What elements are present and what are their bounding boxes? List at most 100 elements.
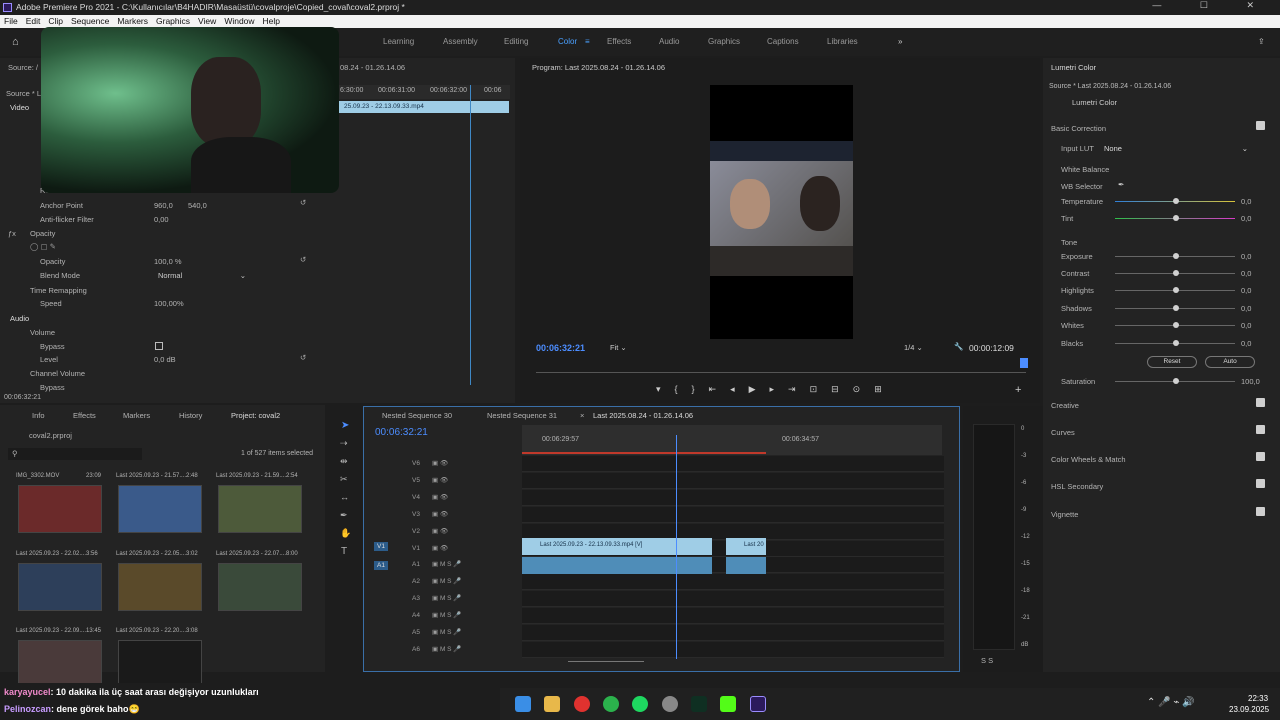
ws-menu-icon[interactable]: ≡ xyxy=(585,37,590,46)
timeline-playhead[interactable] xyxy=(676,435,677,659)
ec-antiflicker-value[interactable]: 0,00 xyxy=(154,215,169,224)
track-label-v5[interactable]: V5 xyxy=(412,477,420,484)
audio-track-a2[interactable] xyxy=(522,574,944,590)
track-label-a6[interactable]: A6 xyxy=(412,646,420,653)
clock-date[interactable]: 23.09.2025 xyxy=(1229,705,1269,714)
whites-knob[interactable] xyxy=(1173,322,1179,328)
tab-effects[interactable]: Effects xyxy=(73,411,96,420)
temperature-slider[interactable] xyxy=(1115,198,1235,204)
whatsapp-icon[interactable] xyxy=(603,696,619,712)
video-clip-1[interactable]: Last 2025.09.23 - 22.13.09.33.mp4 [V] xyxy=(522,538,712,555)
reset-level-icon[interactable]: ↺ xyxy=(300,353,306,362)
tab-project[interactable]: Project: coval2 xyxy=(231,411,280,420)
video-track-v6[interactable] xyxy=(522,456,944,472)
color-wheels-checkbox[interactable] xyxy=(1256,452,1265,461)
highlights-slider[interactable] xyxy=(1115,287,1235,293)
ec-volume-section[interactable]: Volume xyxy=(30,328,55,337)
saturation-slider[interactable] xyxy=(1115,378,1235,384)
exposure-slider[interactable] xyxy=(1115,253,1235,259)
source-patch-v1[interactable]: V1 xyxy=(374,542,388,551)
curves-checkbox[interactable] xyxy=(1256,425,1265,434)
track-label-v1[interactable]: V1 xyxy=(412,545,420,552)
input-lut-dropdown[interactable]: None ⌄ xyxy=(1104,144,1248,153)
program-scrubber[interactable] xyxy=(536,372,1026,373)
track-eye-icon[interactable]: ▣ 👁 xyxy=(432,476,448,484)
ws-graphics[interactable]: Graphics xyxy=(708,37,740,46)
project-item-thumbnail[interactable] xyxy=(18,563,102,611)
lumetri-effect-name[interactable]: Lumetri Color xyxy=(1072,98,1117,107)
ws-libraries[interactable]: Libraries xyxy=(827,37,858,46)
clock-time[interactable]: 22:33 xyxy=(1248,694,1268,703)
ec-channel-section[interactable]: Channel Volume xyxy=(30,369,85,378)
steam-icon[interactable] xyxy=(662,696,678,712)
tl-tab-nested30[interactable]: Nested Sequence 30 xyxy=(382,411,452,420)
type-tool-icon[interactable]: T xyxy=(341,546,347,557)
window-controls[interactable]: — ☐ ✕ xyxy=(1152,0,1272,11)
source-patch-a1[interactable]: A1 xyxy=(374,561,388,570)
audio-track-a5[interactable] xyxy=(522,625,944,641)
hsl-checkbox[interactable] xyxy=(1256,479,1265,488)
ws-captions[interactable]: Captions xyxy=(767,37,799,46)
track-ms-icons[interactable]: ▣ M S 🎤 xyxy=(432,577,461,585)
track-label-a4[interactable]: A4 xyxy=(412,612,420,619)
selection-tool-icon[interactable]: ➤ xyxy=(341,420,349,431)
lumetri-source[interactable]: Source * Last 2025.08.24 - 01.26.14.06 xyxy=(1049,83,1274,91)
highlights-value[interactable]: 0,0 xyxy=(1241,286,1251,295)
ec-anchor-y[interactable]: 540,0 xyxy=(188,201,207,210)
audio-track-a6[interactable] xyxy=(522,642,944,658)
menu-file[interactable]: File xyxy=(4,16,18,26)
lumetri-title[interactable]: Lumetri Color xyxy=(1051,63,1096,72)
video-track-v5[interactable] xyxy=(522,473,944,489)
section-hsl[interactable]: HSL Secondary xyxy=(1051,482,1103,491)
project-item-thumbnail[interactable] xyxy=(18,485,102,533)
track-label-a1[interactable]: A1 xyxy=(412,561,420,568)
meter-solo[interactable]: S S xyxy=(981,656,993,665)
ec-playhead[interactable] xyxy=(470,85,471,385)
tab-info[interactable]: Info xyxy=(32,411,45,420)
lumetri-auto-button[interactable]: Auto xyxy=(1205,356,1255,368)
project-item-thumbnail[interactable] xyxy=(118,640,202,688)
tl-tab-nested31[interactable]: Nested Sequence 31 xyxy=(487,411,557,420)
audio-clip-1[interactable] xyxy=(522,557,712,574)
menu-edit[interactable]: Edit xyxy=(26,16,41,26)
menu-markers[interactable]: Markers xyxy=(117,16,148,26)
contrast-slider[interactable] xyxy=(1115,270,1235,276)
shadows-value[interactable]: 0,0 xyxy=(1241,304,1251,313)
temperature-value[interactable]: 0,0 xyxy=(1241,197,1251,206)
share-icon[interactable]: ⇪ xyxy=(1258,37,1265,46)
track-label-v2[interactable]: V2 xyxy=(412,528,420,535)
ec-mini-ruler[interactable]: 6:30:00 00:06:31:00 00:06:32:00 00:06 xyxy=(338,85,510,99)
tone-section[interactable]: Tone xyxy=(1061,238,1077,247)
section-creative[interactable]: Creative xyxy=(1051,401,1079,410)
slip-tool-icon[interactable]: ↔ xyxy=(340,492,349,502)
tab-markers[interactable]: Markers xyxy=(123,411,150,420)
saturation-value[interactable]: 100,0 xyxy=(1241,377,1260,386)
menu-window[interactable]: Window xyxy=(224,16,254,26)
track-ms-icons[interactable]: ▣ M S 🎤 xyxy=(432,594,461,602)
video-track-v3[interactable] xyxy=(522,507,944,523)
creative-checkbox[interactable] xyxy=(1256,398,1265,407)
timeline-ruler[interactable]: 00:06:29:57 00:06:34:57 xyxy=(522,425,942,455)
whites-slider[interactable] xyxy=(1115,322,1235,328)
razor-tool-icon[interactable]: ✂ xyxy=(340,474,348,485)
audio-track-a3[interactable] xyxy=(522,591,944,607)
timeline-timecode[interactable]: 00:06:32:21 xyxy=(375,427,428,438)
kick-icon[interactable] xyxy=(720,696,736,712)
ws-color[interactable]: Color xyxy=(558,37,577,46)
ec-bypass-checkbox[interactable] xyxy=(155,342,163,350)
ec-mini-clip[interactable]: 25.09.23 - 22.13.09.33.mp4 xyxy=(338,101,509,113)
exposure-value[interactable]: 0,0 xyxy=(1241,252,1251,261)
add-button-icon[interactable]: + xyxy=(1015,384,1021,396)
blacks-slider[interactable] xyxy=(1115,340,1235,346)
audio-track-a4[interactable] xyxy=(522,608,944,624)
transport-controls[interactable]: ▾{}⇤◂▶▸⇥⊡⊟⊙⊞ xyxy=(656,384,896,395)
project-item-thumbnail[interactable] xyxy=(218,485,302,533)
basic-correction-checkbox[interactable] xyxy=(1256,121,1265,130)
eyedropper-icon[interactable]: ✒ xyxy=(1118,180,1124,189)
track-ms-icons[interactable]: ▣ M S 🎤 xyxy=(432,645,461,653)
white-balance-section[interactable]: White Balance xyxy=(1061,165,1109,174)
track-eye-icon[interactable]: ▣ 👁 xyxy=(432,527,448,535)
track-eye-icon[interactable]: ▣ 👁 xyxy=(432,544,448,552)
lumetri-basic-section[interactable]: Basic Correction xyxy=(1051,124,1106,133)
mask-tools-icon[interactable]: ◯ ▢ ✎ xyxy=(30,242,56,251)
